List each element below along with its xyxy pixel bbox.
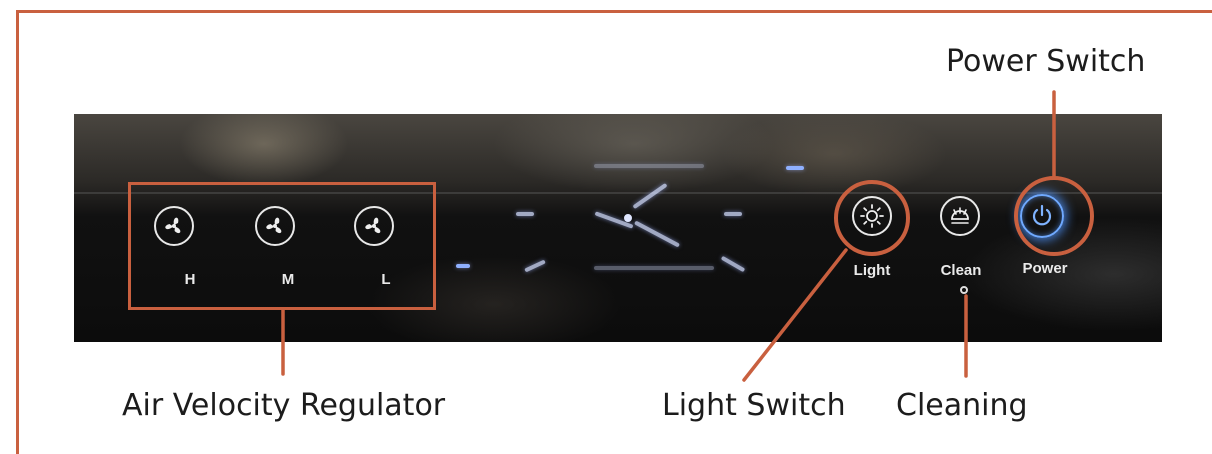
cleaning-callout: Cleaning bbox=[896, 388, 1028, 423]
air-velocity-callout: Air Velocity Regulator bbox=[122, 388, 446, 423]
light-switch-leader bbox=[742, 248, 848, 382]
leader-lines bbox=[281, 90, 1056, 382]
light-switch-callout: Light Switch bbox=[662, 388, 846, 423]
